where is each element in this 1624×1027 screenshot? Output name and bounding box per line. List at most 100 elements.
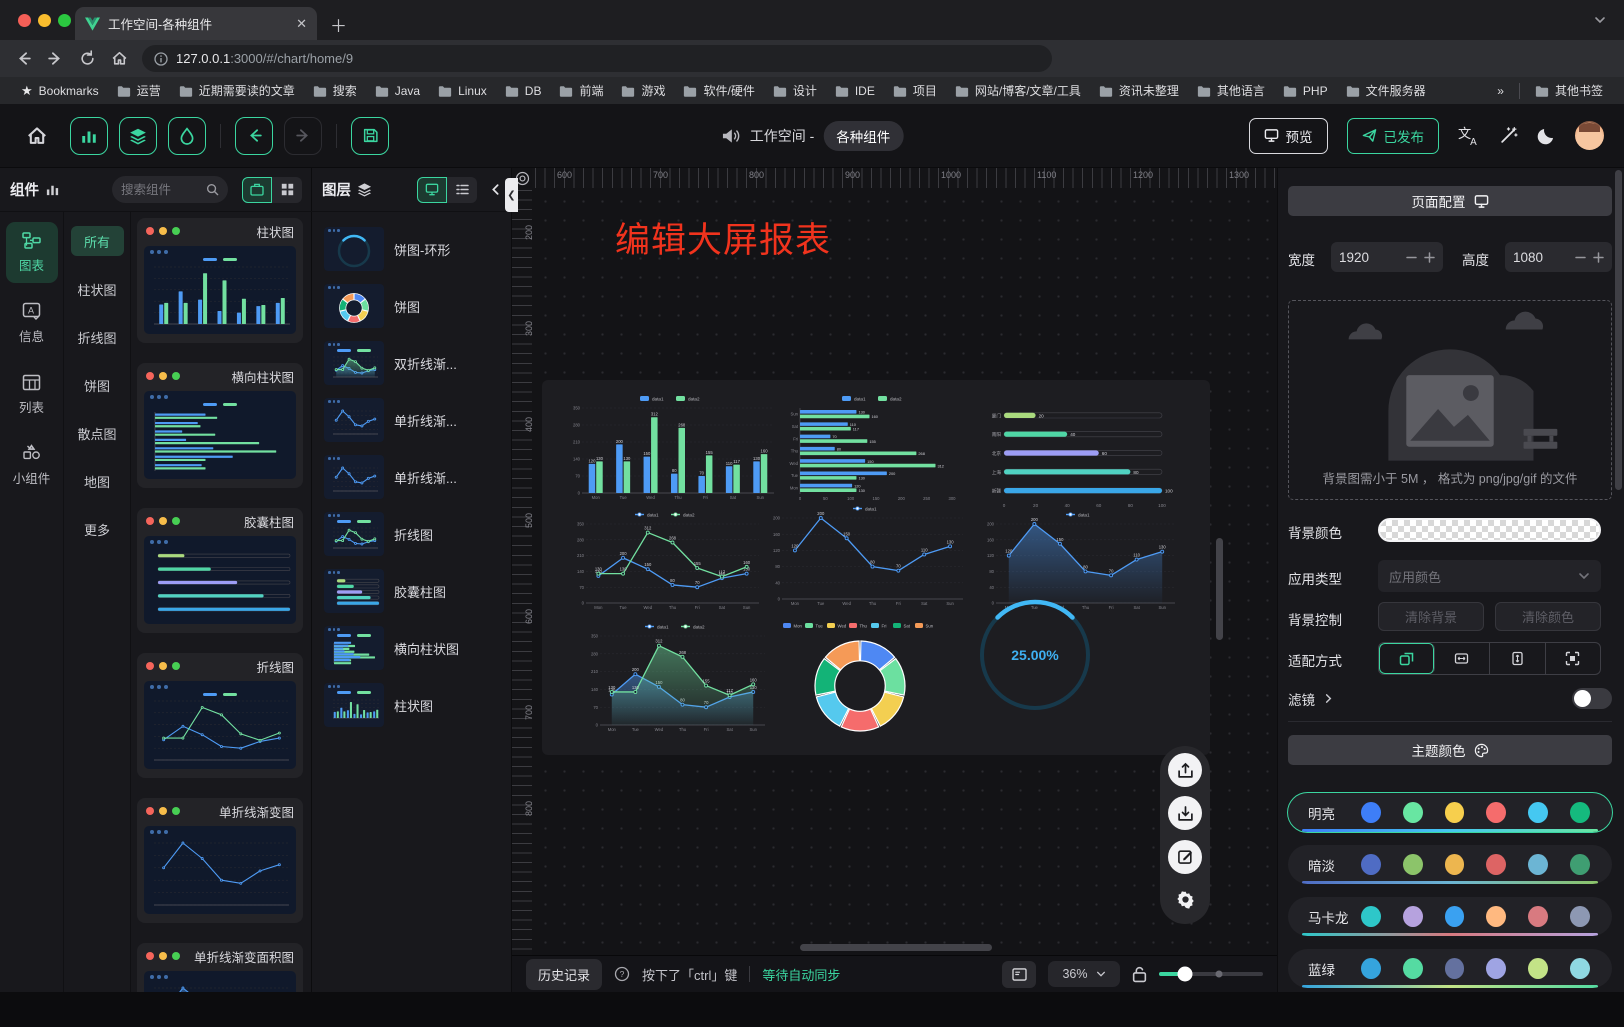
bookmarks-manager[interactable]: ★Bookmarks xyxy=(14,81,106,101)
save-button[interactable] xyxy=(351,117,389,155)
layer-item[interactable]: 双折线渐... xyxy=(320,336,504,390)
bookmark-item[interactable]: 近期需要读的文章 xyxy=(172,80,302,101)
undo-button[interactable] xyxy=(235,117,273,155)
bookmark-item[interactable]: 其他语言 xyxy=(1190,80,1272,101)
component-search[interactable] xyxy=(112,176,228,203)
zoom-select[interactable]: 36% xyxy=(1048,961,1120,987)
tab-close-icon[interactable]: ✕ xyxy=(296,16,307,32)
sidebar-item-列表[interactable]: 列表 xyxy=(6,364,58,425)
theme-row-暗淡[interactable]: 暗淡 xyxy=(1288,845,1612,884)
component-card-line2[interactable]: 折线图 xyxy=(137,653,303,778)
home-icon[interactable] xyxy=(111,50,128,67)
canvas-chart-capsule[interactable]: 厦门20南阳40北京60上海80新疆100020406080100 xyxy=(980,398,1180,512)
category-item[interactable]: 更多 xyxy=(71,514,124,544)
fit-width-button[interactable] xyxy=(1435,643,1491,674)
component-card-line1[interactable]: 单折线渐变图 xyxy=(137,798,303,923)
settings-scrollbar[interactable] xyxy=(1615,170,1622,490)
canvas-vertical-scrollbar[interactable] xyxy=(1216,538,1223,640)
canvas-horizontal-scrollbar[interactable] xyxy=(800,944,992,951)
component-card-bar[interactable]: 柱状图 xyxy=(137,218,303,343)
sidebar-item-信息[interactable]: A信息 xyxy=(6,293,58,354)
bookmark-item[interactable]: PHP xyxy=(1276,82,1335,100)
fit-auto-button[interactable] xyxy=(1379,643,1435,674)
component-card-hbar[interactable]: 横向柱状图 xyxy=(137,363,303,488)
edit-action-button[interactable] xyxy=(1168,840,1202,874)
clear-background-button[interactable]: 清除背景 xyxy=(1378,602,1484,631)
user-avatar[interactable] xyxy=(1575,121,1604,150)
layer-item[interactable]: 饼图-环形 xyxy=(320,222,504,276)
search-input[interactable] xyxy=(121,183,201,197)
editor-canvas[interactable]: 6007008009001000110012001300 20030040050… xyxy=(512,168,1277,955)
page-config-header[interactable]: 页面配置 xyxy=(1288,186,1612,216)
history-button[interactable]: 历史记录 xyxy=(526,959,602,990)
minus-icon[interactable] xyxy=(1575,252,1586,263)
bookmark-item[interactable]: IDE xyxy=(828,82,882,100)
bookmark-item[interactable]: 软件/硬件 xyxy=(676,80,761,101)
language-icon[interactable]: 文A xyxy=(1458,126,1480,146)
plus-icon[interactable] xyxy=(1424,252,1435,263)
theme-row-马卡龙[interactable]: 马卡龙 xyxy=(1288,897,1612,936)
bookmarks-overflow[interactable]: » xyxy=(1490,82,1511,100)
bookmark-item[interactable]: 搜索 xyxy=(306,80,364,101)
site-info-icon[interactable] xyxy=(154,52,168,66)
sidebar-item-图表[interactable]: 图表 xyxy=(6,222,58,283)
lock-icon[interactable] xyxy=(1132,966,1147,983)
canvas-chart-progress-ring[interactable]: 25.00% xyxy=(966,594,1104,716)
theme-row-明亮[interactable]: 明亮 xyxy=(1288,793,1612,832)
bookmark-item[interactable]: 网站/博客/文章/工具 xyxy=(948,80,1088,101)
layer-item[interactable]: 柱状图 xyxy=(320,678,504,732)
layer-item[interactable]: 胶囊柱图 xyxy=(320,564,504,618)
layer-item[interactable]: 单折线渐... xyxy=(320,393,504,447)
zoom-slider[interactable] xyxy=(1159,972,1263,976)
app-home-icon[interactable] xyxy=(26,125,48,147)
height-input[interactable]: 1080 xyxy=(1505,242,1612,272)
canvas-chart-line-single[interactable]: 040801201602001202001508070110130MonTueW… xyxy=(764,502,968,610)
settings-action-button[interactable] xyxy=(1168,883,1202,917)
theme-color-header[interactable]: 主题颜色 xyxy=(1288,735,1612,765)
zoom-slider-knob[interactable] xyxy=(1178,967,1193,982)
sidebar-item-小组件[interactable]: 小组件 xyxy=(6,435,58,496)
fit-stretch-button[interactable] xyxy=(1546,643,1601,674)
layer-item[interactable]: 单折线渐... xyxy=(320,450,504,504)
dashboard-chart-group[interactable]: 0701402102803501202001508070110130130130… xyxy=(542,380,1210,755)
layers-panel-toggle-button[interactable] xyxy=(119,117,157,155)
collapse-layers-icon[interactable] xyxy=(489,183,502,196)
redo-button[interactable] xyxy=(284,117,322,155)
category-item[interactable]: 散点图 xyxy=(71,418,124,448)
panel-collapse-handle[interactable]: ❮ xyxy=(505,178,518,212)
thumbnail-view-toggle[interactable] xyxy=(417,177,447,203)
back-icon[interactable] xyxy=(15,50,32,67)
bookmark-item[interactable]: Java xyxy=(368,82,427,100)
url-bar[interactable]: 127.0.0.1:3000/#/chart/home/9 xyxy=(142,45,1052,72)
window-close-button[interactable] xyxy=(18,14,31,27)
publish-button[interactable]: 已发布 xyxy=(1347,118,1440,154)
minus-icon[interactable] xyxy=(1406,252,1417,263)
bookmark-item[interactable]: Linux xyxy=(431,82,494,100)
theme-row-蓝绿[interactable]: 蓝绿 xyxy=(1288,949,1612,988)
category-item[interactable]: 折线图 xyxy=(71,322,124,352)
filter-expand-icon[interactable] xyxy=(1323,693,1334,704)
bookmark-item[interactable]: 游戏 xyxy=(614,80,672,101)
list-view-toggle[interactable] xyxy=(447,177,477,203)
layer-item[interactable]: 横向柱状图 xyxy=(320,621,504,675)
clear-color-button[interactable]: 清除颜色 xyxy=(1495,602,1601,631)
background-upload-dropzone[interactable]: 背景图需小于 5M ， 格式为 png/jpg/gif 的文件 xyxy=(1288,300,1612,500)
charts-panel-toggle-button[interactable] xyxy=(70,117,108,155)
bookmark-item[interactable]: 项目 xyxy=(886,80,944,101)
layer-item[interactable]: 折线图 xyxy=(320,507,504,561)
plus-icon[interactable] xyxy=(1593,252,1604,263)
window-minimize-button[interactable] xyxy=(38,14,51,27)
other-bookmarks[interactable]: 其他书签 xyxy=(1528,80,1610,101)
component-card-capsule[interactable]: 胶囊柱图 xyxy=(137,508,303,633)
bg-color-swatch[interactable] xyxy=(1378,518,1601,542)
layer-item[interactable]: 饼图 xyxy=(320,279,504,333)
new-tab-button[interactable]: ＋ xyxy=(330,12,347,37)
bookmark-item[interactable]: 前端 xyxy=(552,80,610,101)
canvas-chart-area-dual[interactable]: 0701402102803501202001508070110130130130… xyxy=(582,620,770,736)
workspace-name-pill[interactable]: 各种组件 xyxy=(823,121,903,151)
category-item[interactable]: 饼图 xyxy=(71,370,124,400)
canvas-big-title[interactable]: 编辑大屏报表 xyxy=(615,212,831,263)
tab-search-chevron-icon[interactable] xyxy=(1594,14,1606,26)
canvas-chart-line-dual[interactable]: 0701402102803501202001508070110130130130… xyxy=(568,508,764,614)
component-card-area1[interactable]: 单折线渐变面积图 xyxy=(137,943,303,992)
